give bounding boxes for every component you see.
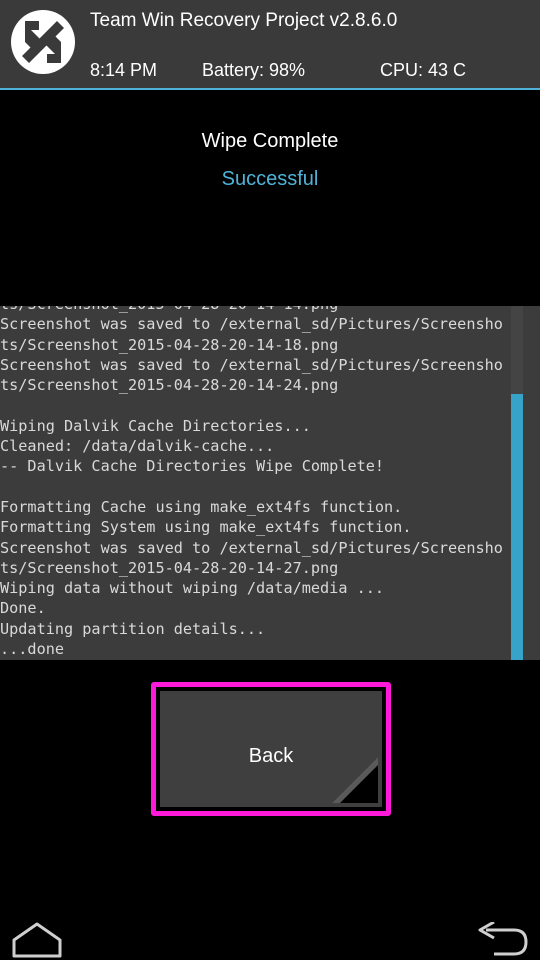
header-bar: Team Win Recovery Project v2.8.6.0 8:14 … bbox=[0, 0, 540, 90]
console-line: Wiping data without wiping /data/media .… bbox=[0, 579, 385, 598]
console-line: Updating partition details... bbox=[0, 619, 266, 638]
console-line: Wiping Dalvik Cache Directories... bbox=[0, 416, 311, 435]
console-scrollbar-thumb[interactable] bbox=[511, 394, 523, 660]
console-line: Formatting System using make_ext4fs func… bbox=[0, 518, 412, 537]
console-line: ts/Screenshot_2015-04-28-20-14-24.png bbox=[0, 376, 339, 395]
twrp-logo-icon bbox=[11, 10, 75, 74]
cpu-temp-text: CPU: 43 C bbox=[380, 60, 467, 80]
console-log[interactable]: ts/Screenshot_2015-04-28-20-14-14.pngScr… bbox=[0, 306, 540, 660]
app-title: Team Win Recovery Project v2.8.6.0 bbox=[90, 10, 398, 31]
home-icon[interactable] bbox=[10, 920, 64, 958]
corner-fold-icon bbox=[332, 757, 378, 803]
back-button[interactable]: Back bbox=[151, 682, 391, 816]
console-line: ts/Screenshot_2015-04-28-20-14-18.png bbox=[0, 335, 339, 354]
console-line: Formatting Cache using make_ext4fs funct… bbox=[0, 497, 403, 516]
battery-text: Battery: 98% bbox=[202, 60, 306, 80]
console-line: Cleaned: /data/dalvik-cache... bbox=[0, 437, 275, 456]
back-arrow-icon[interactable] bbox=[474, 922, 530, 958]
console-line: ...done bbox=[0, 640, 65, 659]
console-lines: ts/Screenshot_2015-04-28-20-14-14.pngScr… bbox=[0, 306, 540, 659]
console-line: Screenshot was saved to /external_sd/Pic… bbox=[0, 315, 503, 334]
clock-text: 8:14 PM bbox=[90, 60, 158, 80]
console-line: ts/Screenshot_2015-04-28-20-14-27.png bbox=[0, 558, 339, 577]
console-line: -- Dalvik Cache Directories Wipe Complet… bbox=[0, 457, 385, 476]
console-line: Done. bbox=[0, 599, 46, 618]
console-line: ts/Screenshot_2015-04-28-20-14-14.png bbox=[0, 306, 540, 314]
back-button-face: Back bbox=[160, 691, 382, 807]
operation-result: Successful bbox=[221, 168, 319, 190]
operation-title: Wipe Complete bbox=[201, 130, 339, 152]
console-line: Screenshot was saved to /external_sd/Pic… bbox=[0, 538, 503, 557]
console-line: Screenshot was saved to /external_sd/Pic… bbox=[0, 355, 503, 374]
